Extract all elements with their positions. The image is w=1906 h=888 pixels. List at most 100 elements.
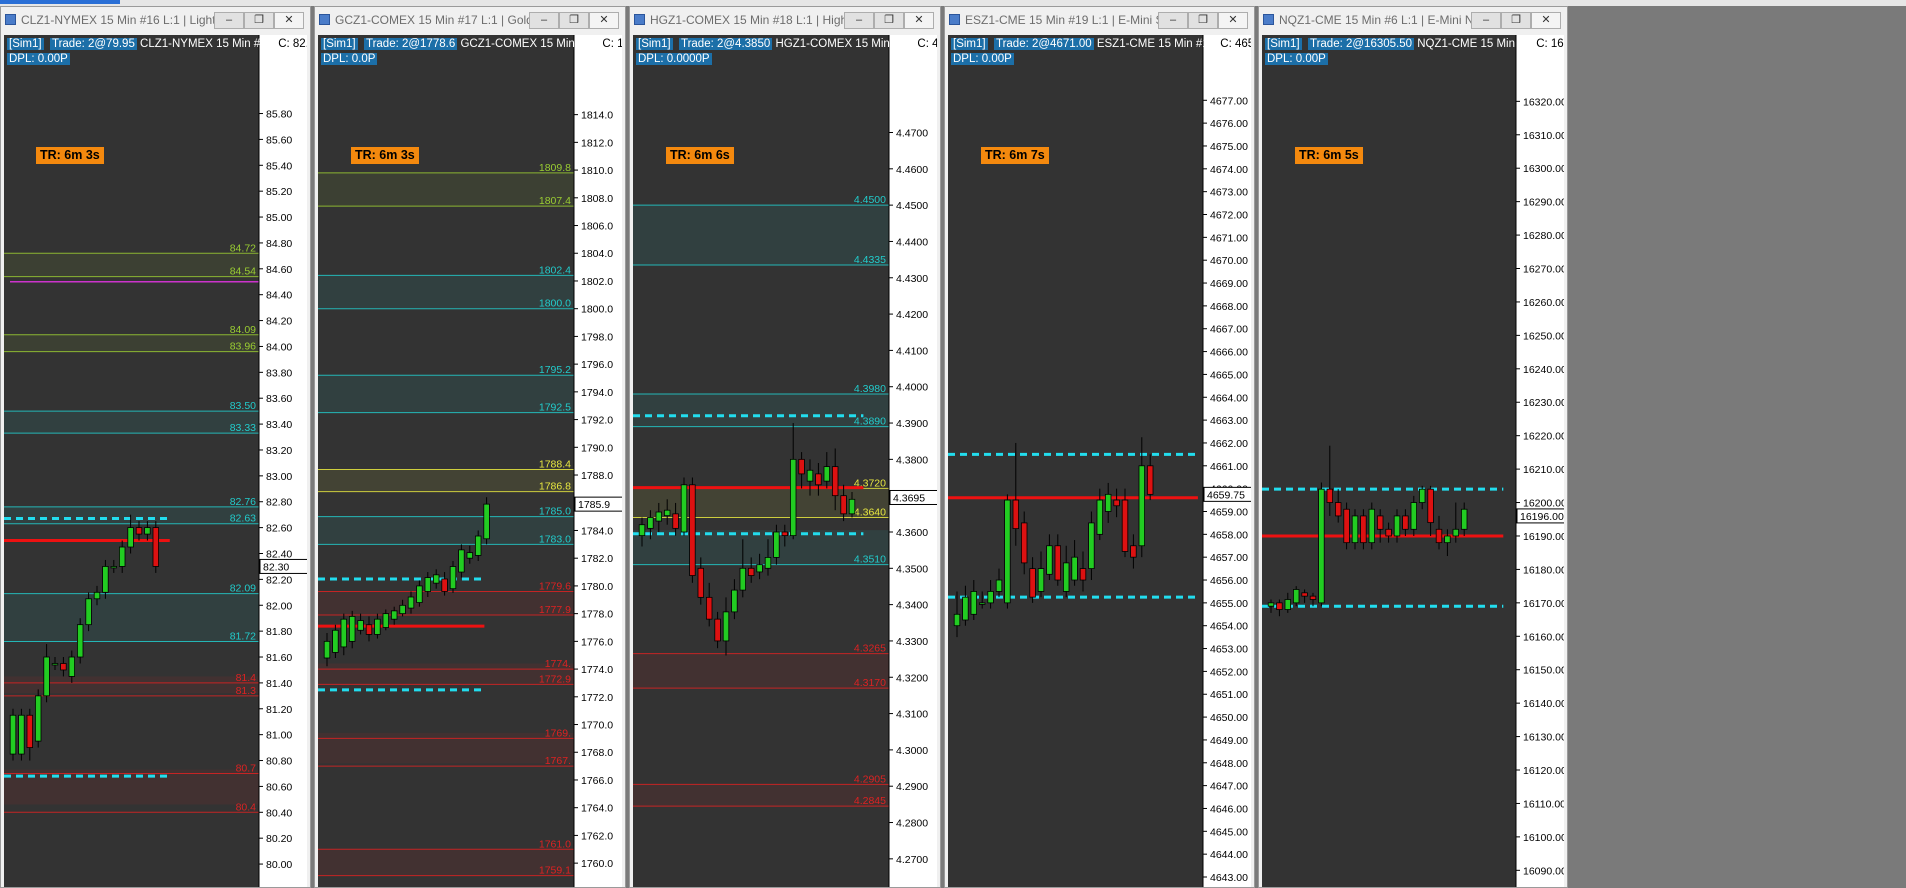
- level-label: 4.3265: [854, 643, 886, 655]
- minimize-button[interactable]: ‒: [1471, 12, 1501, 29]
- zone-band: [318, 172, 574, 207]
- window-titlebar[interactable]: NQZ1-CME 15 Min #6 L:1 | E-Mini NASDA...…: [1259, 7, 1567, 33]
- price-chart[interactable]: 16090.00 16100.00 16110.00 16120.00 16130.00…: [1262, 35, 1564, 887]
- axis-tick-label: 1792.0: [581, 415, 613, 427]
- close-button[interactable]: ✕: [589, 12, 619, 29]
- candle-body: [697, 567, 704, 598]
- candle-body: [798, 458, 805, 475]
- close-button[interactable]: ✕: [1218, 12, 1248, 29]
- price-chart[interactable]: 84.72 84.54 84.09 83.96 83.50 83.33 82.76 82.63…: [4, 35, 307, 887]
- close-value: C: 161: [1534, 38, 1564, 50]
- maximize-button[interactable]: ❐: [1501, 12, 1531, 29]
- zone-band: [4, 506, 259, 524]
- candle-body: [433, 574, 440, 584]
- close-button[interactable]: ✕: [274, 12, 304, 29]
- maximize-button[interactable]: ❐: [559, 12, 589, 29]
- maximize-button[interactable]: ❐: [874, 12, 904, 29]
- candle-body: [722, 611, 730, 642]
- window-titlebar[interactable]: ESZ1-CME 15 Min #19 L:1 | E-Mini S&P 50.…: [945, 7, 1254, 33]
- zone-band: [633, 784, 889, 807]
- axis-tick-label: 1796.0: [581, 359, 613, 371]
- chart-window-3[interactable]: ESZ1-CME 15 Min #19 L:1 | E-Mini S&P 50.…: [944, 6, 1255, 888]
- axis-tick-label: 1806.0: [581, 221, 613, 233]
- minimize-button[interactable]: ‒: [1158, 12, 1188, 29]
- chart-info-line: [Sim1] Trade: 2@4671.00 ESZ1-CME 15 Min …: [951, 37, 1251, 52]
- bar-timer-badge: TR: 6m 3s: [36, 147, 104, 164]
- candle-body: [1054, 545, 1061, 581]
- candle-body: [102, 566, 109, 593]
- window-titlebar[interactable]: GCZ1-COMEX 15 Min #17 L:1 | Gold - CO...…: [315, 7, 625, 33]
- axis-tick-label: 82.40: [266, 548, 292, 560]
- axis-tick-label: 80.40: [266, 807, 292, 819]
- axis-tick-label: 4647.00: [1210, 781, 1248, 793]
- dpl-value: DPL: 0.00P: [7, 53, 70, 65]
- chart-window-2[interactable]: HGZ1-COMEX 15 Min #18 L:1 | High Grad...…: [629, 6, 941, 888]
- candle-body: [756, 564, 763, 573]
- zone-band: [318, 732, 574, 764]
- trade-info: Trade: 2@16305.50: [1307, 38, 1415, 50]
- candle-body: [424, 577, 431, 592]
- candle-body: [135, 527, 143, 535]
- candle-body: [382, 613, 389, 628]
- axis-tick-label: 83.00: [266, 471, 292, 483]
- maximize-button[interactable]: ❐: [1188, 12, 1218, 29]
- window-titlebar[interactable]: CLZ1-NYMEX 15 Min #16 L:1 | Light Sweet.…: [1, 7, 310, 33]
- axis-tick-label: 84.40: [266, 290, 292, 302]
- axis-tick-label: 16180.00: [1523, 564, 1564, 576]
- dpl-value: DPL: 0.00P: [951, 53, 1014, 65]
- zone-band: [318, 516, 574, 545]
- level-label: 81.4: [236, 672, 257, 684]
- candle-body: [1130, 545, 1137, 558]
- axis-tick-label: 4.4200: [896, 309, 928, 321]
- level-label: 1786.8: [539, 481, 571, 493]
- chart-window-4[interactable]: NQZ1-CME 15 Min #6 L:1 | E-Mini NASDA...…: [1258, 6, 1568, 888]
- axis-tick-label: 1802.0: [581, 276, 613, 288]
- candle-body: [962, 596, 969, 621]
- minimize-button[interactable]: ‒: [844, 12, 874, 29]
- candle-body: [483, 503, 490, 540]
- axis-tick-label: 80.20: [266, 833, 292, 845]
- axis-tick-label: 1778.0: [581, 609, 613, 621]
- axis-tick-label: 16320.00: [1523, 96, 1564, 108]
- candle-body: [365, 624, 373, 635]
- candle-body: [110, 566, 117, 569]
- candle-body: [407, 596, 415, 609]
- chart-window-0[interactable]: CLZ1-NYMEX 15 Min #16 L:1 | Light Sweet.…: [0, 6, 311, 888]
- level-label: 1774.: [545, 658, 571, 670]
- axis-tick-label: 4672.00: [1210, 210, 1248, 222]
- minimize-button[interactable]: ‒: [214, 12, 244, 29]
- level-label: 83.33: [230, 422, 256, 434]
- price-chart[interactable]: 4.4500 4.4335 4.3980 4.3890 4.3720 4.3640 4.35…: [633, 35, 937, 887]
- maximize-button[interactable]: ❐: [244, 12, 274, 29]
- candle-body: [458, 549, 465, 573]
- zone-band: [318, 591, 574, 616]
- minimize-button[interactable]: ‒: [529, 12, 559, 29]
- close-button[interactable]: ✕: [1531, 12, 1561, 29]
- axis-tick-label: 82.20: [266, 574, 292, 586]
- close-button[interactable]: ✕: [904, 12, 934, 29]
- level-label: 1785.0: [539, 506, 571, 518]
- price-chart[interactable]: 4643.00 4644.00 4645.00 4646.00 4647.00 4648.…: [948, 35, 1251, 887]
- axis-tick-label: 4645.00: [1210, 826, 1248, 838]
- axis-tick-label: 83.80: [266, 367, 292, 379]
- axis-tick-label: 4666.00: [1210, 347, 1248, 359]
- axis-tick-label: 4.4300: [896, 273, 928, 285]
- candle-body: [474, 535, 482, 556]
- axis-tick-label: 4650.00: [1210, 712, 1248, 724]
- candle-body: [831, 466, 839, 497]
- instrument-label: HGZ1-COMEX 15 Min #18: [775, 38, 913, 50]
- axis-tick-label: 81.20: [266, 704, 292, 716]
- axis-tick-label: 1814.0: [581, 110, 613, 122]
- axis-tick-label: 4646.00: [1210, 803, 1248, 815]
- axis-tick-label: 4.3900: [896, 418, 928, 430]
- candle-body: [374, 618, 381, 635]
- active-tab-indicator[interactable]: [0, 0, 120, 4]
- close-value: C: 1785: [600, 38, 622, 50]
- chart-app-icon: [949, 14, 960, 25]
- price-chart[interactable]: 1809.8 1807.4 1802.4 1800.0 1795.2 1792.5 1788…: [318, 35, 622, 887]
- chart-window-1[interactable]: GCZ1-COMEX 15 Min #17 L:1 | Gold - CO...…: [314, 6, 626, 888]
- level-label: 82.63: [230, 513, 256, 525]
- axis-tick-label: 16140.00: [1523, 698, 1564, 710]
- candle-body: [1326, 488, 1333, 503]
- window-titlebar[interactable]: HGZ1-COMEX 15 Min #18 L:1 | High Grad...…: [630, 7, 940, 33]
